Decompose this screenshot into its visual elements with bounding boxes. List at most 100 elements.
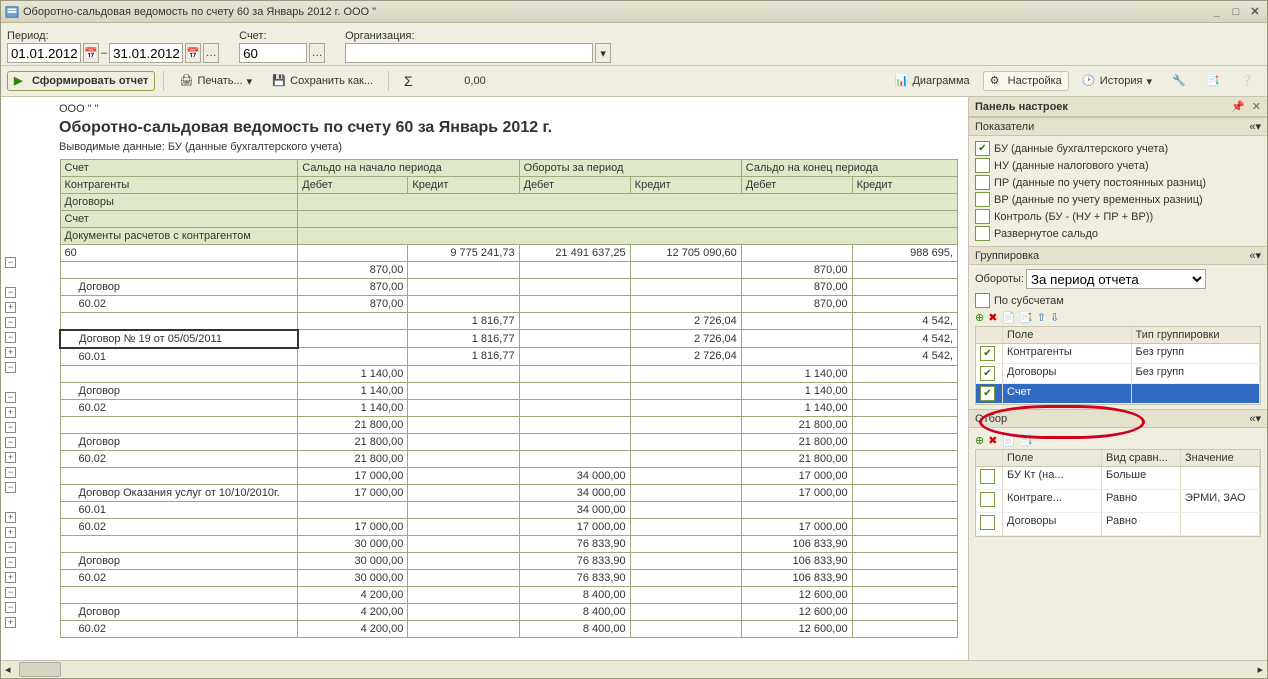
tree-toggle[interactable]: − xyxy=(5,257,16,268)
grouping-row[interactable]: ✔КонтрагентыБез групп xyxy=(976,344,1260,364)
history-button[interactable]: 🕑 История ▾ xyxy=(1075,71,1159,91)
tree-toggle[interactable]: − xyxy=(5,587,16,598)
chevron-down-icon[interactable]: ▾ xyxy=(1255,250,1261,262)
table-row[interactable]: Договор Оказания услуг от 10/10/2010г.17… xyxy=(60,484,958,501)
tree-toggle[interactable]: + xyxy=(5,407,16,418)
tree-toggle[interactable]: − xyxy=(5,422,16,433)
print-button[interactable]: 🖨 Печать... ▾ xyxy=(172,71,259,91)
tree-toggle[interactable]: − xyxy=(5,287,16,298)
table-row[interactable]: Договор21 800,0021 800,00 xyxy=(60,433,958,450)
add-icon[interactable]: ⊕ xyxy=(975,434,984,447)
remove-icon[interactable]: ✖ xyxy=(988,311,997,324)
filter-row[interactable]: Контраге...РавноЭРМИ, ЗАО xyxy=(976,490,1260,513)
scrollbar-thumb[interactable] xyxy=(19,662,61,677)
extra-button-2[interactable]: 📑 xyxy=(1199,71,1227,91)
table-row[interactable]: Договор30 000,0076 833,90106 833,90 xyxy=(60,552,958,569)
filter-row[interactable]: БУ Кт (на...Больше xyxy=(976,467,1260,490)
checkbox[interactable]: ✔ xyxy=(980,346,995,361)
remove-icon[interactable]: ✖ xyxy=(988,434,997,447)
tree-toggle[interactable]: − xyxy=(5,557,16,568)
minimize-button[interactable]: _ xyxy=(1209,6,1225,18)
table-row[interactable]: 60.0230 000,0076 833,90106 833,90 xyxy=(60,569,958,586)
period-select-button[interactable]: … xyxy=(203,43,219,63)
table-row[interactable]: 60.024 200,008 400,0012 600,00 xyxy=(60,620,958,637)
panel-close-icon[interactable]: ✕ xyxy=(1252,101,1261,113)
scroll-right-icon[interactable]: ▸ xyxy=(1253,663,1267,676)
checkbox[interactable] xyxy=(975,158,990,173)
filter-grid[interactable]: Поле Вид сравн... Значение БУ Кт (на...Б… xyxy=(975,449,1261,537)
grouping-row[interactable]: ✔Счет xyxy=(976,384,1260,404)
tree-toggle[interactable]: − xyxy=(5,317,16,328)
copy2-icon[interactable]: 📑 xyxy=(1019,311,1033,324)
grouping-row[interactable]: ✔ДоговорыБез групп xyxy=(976,364,1260,384)
subaccounts-checkbox[interactable] xyxy=(975,293,990,308)
maximize-button[interactable]: □ xyxy=(1228,6,1244,18)
date-from-picker[interactable]: 📅 xyxy=(83,43,99,63)
tree-toggle[interactable]: + xyxy=(5,302,16,313)
checkbox[interactable] xyxy=(980,469,995,484)
tree-toggle[interactable]: − xyxy=(5,437,16,448)
date-from-input[interactable] xyxy=(7,43,81,63)
grouping-grid[interactable]: Поле Тип группировки ✔КонтрагентыБез гру… xyxy=(975,326,1261,405)
checkbox[interactable] xyxy=(975,226,990,241)
table-row[interactable]: 60.0217 000,0017 000,0017 000,00 xyxy=(60,518,958,535)
table-row[interactable]: 1 816,772 726,044 542, xyxy=(60,313,958,330)
account-select-button[interactable]: … xyxy=(309,43,325,63)
up-icon[interactable]: ⇧ xyxy=(1037,311,1046,324)
table-row[interactable]: 609 775 241,7321 491 637,2512 705 090,60… xyxy=(60,245,958,262)
tree-toggle[interactable]: − xyxy=(5,482,16,493)
chevron-down-icon[interactable]: ▾ xyxy=(1255,413,1261,425)
save-as-button[interactable]: 💾 Сохранить как... xyxy=(265,71,380,91)
checkbox[interactable] xyxy=(975,192,990,207)
filter-row[interactable]: ДоговорыРавно xyxy=(976,513,1260,536)
checkbox[interactable]: ✔ xyxy=(980,386,995,401)
turnover-select[interactable]: За период отчета xyxy=(1026,269,1206,289)
tree-toggle[interactable]: + xyxy=(5,512,16,523)
horizontal-scrollbar[interactable]: ◂ ▸ xyxy=(1,660,1267,678)
tree-toggle[interactable]: − xyxy=(5,542,16,553)
form-report-button[interactable]: ▶ Сформировать отчет xyxy=(7,71,155,91)
diagram-button[interactable]: 📊 Диаграмма xyxy=(887,71,976,91)
table-row[interactable]: 60.011 816,772 726,044 542, xyxy=(60,348,958,366)
close-button[interactable]: ✕ xyxy=(1247,5,1263,18)
table-row[interactable]: 870,00870,00 xyxy=(60,262,958,279)
table-row[interactable]: 21 800,0021 800,00 xyxy=(60,416,958,433)
table-row[interactable]: 1 140,001 140,00 xyxy=(60,365,958,382)
table-row[interactable]: 60.0221 800,0021 800,00 xyxy=(60,450,958,467)
checkbox[interactable]: ✔ xyxy=(975,141,990,156)
table-row[interactable]: 60.021 140,001 140,00 xyxy=(60,399,958,416)
tree-toggle[interactable]: − xyxy=(5,602,16,613)
down-icon[interactable]: ⇩ xyxy=(1050,311,1059,324)
checkbox[interactable]: ✔ xyxy=(980,366,995,381)
report-table[interactable]: Счет Сальдо на начало периода Обороты за… xyxy=(59,159,958,638)
tree-toggle[interactable]: + xyxy=(5,617,16,628)
tree-toggle[interactable]: − xyxy=(5,467,16,478)
tree-toggle[interactable]: − xyxy=(5,362,16,373)
checkbox[interactable] xyxy=(975,209,990,224)
table-row[interactable]: 60.02870,00870,00 xyxy=(60,296,958,313)
checkbox[interactable] xyxy=(980,515,995,530)
copy2-icon[interactable]: 📑 xyxy=(1019,434,1033,447)
checkbox[interactable] xyxy=(980,492,995,507)
table-row[interactable]: Договор1 140,001 140,00 xyxy=(60,382,958,399)
panel-pin-icon[interactable]: 📌 xyxy=(1231,101,1245,113)
report-area[interactable]: −−+−−+−−+−−+−−++−−+−−+ ООО " " Оборотно-… xyxy=(1,97,969,660)
tree-toggle[interactable]: + xyxy=(5,452,16,463)
date-to-input[interactable] xyxy=(109,43,183,63)
table-row[interactable]: 17 000,0034 000,0017 000,00 xyxy=(60,467,958,484)
org-input[interactable] xyxy=(345,43,593,63)
table-row[interactable]: Договор № 19 от 05/05/20111 816,772 726,… xyxy=(60,330,958,348)
add-icon[interactable]: ⊕ xyxy=(975,311,984,324)
tree-toggle[interactable]: − xyxy=(5,332,16,343)
tree-toggle[interactable]: + xyxy=(5,527,16,538)
scroll-left-icon[interactable]: ◂ xyxy=(1,663,15,676)
tree-toggle[interactable]: + xyxy=(5,572,16,583)
checkbox[interactable] xyxy=(975,175,990,190)
copy-icon[interactable]: 📄 xyxy=(1001,311,1015,324)
copy-icon[interactable]: 📄 xyxy=(1001,434,1015,447)
outline-tree[interactable]: −−+−−+−−+−−+−−++−−+−−+ xyxy=(1,255,57,630)
help-button[interactable]: ❔ xyxy=(1233,71,1261,91)
chevron-down-icon[interactable]: ▾ xyxy=(1255,121,1261,133)
extra-button-1[interactable]: 🔧 xyxy=(1165,71,1193,91)
settings-button[interactable]: ⚙ Настройка xyxy=(983,71,1069,91)
